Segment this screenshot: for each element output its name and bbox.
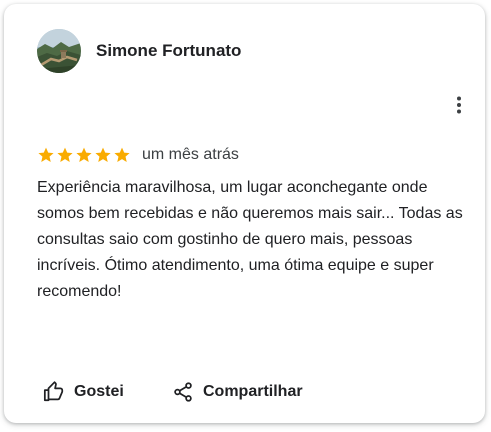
star-icon: [76, 147, 92, 162]
share-button-label: Compartilhar: [203, 383, 303, 400]
review-timestamp: um mês atrás: [142, 146, 239, 163]
profile-photo-avatar: [37, 29, 81, 73]
share-icon: [171, 380, 195, 404]
like-button[interactable]: Gostei: [42, 378, 124, 406]
more-vertical-icon: [457, 96, 461, 114]
author-name[interactable]: Simone Fortunato: [96, 41, 241, 61]
review-text: Experiência maravilhosa, um lugar aconch…: [37, 179, 463, 300]
review-card: Simone Fortunato um mês atrás Experiênci…: [4, 4, 485, 423]
more-options-button[interactable]: [447, 93, 471, 117]
star-rating: [37, 146, 131, 164]
rating-row: um mês atrás: [37, 144, 239, 166]
share-button[interactable]: Compartilhar: [171, 378, 303, 406]
star-icon: [95, 147, 111, 162]
like-button-label: Gostei: [74, 383, 124, 400]
thumbs-up-icon: [42, 380, 66, 404]
avatar[interactable]: [37, 29, 81, 73]
star-icon: [114, 147, 130, 162]
star-icon: [38, 147, 54, 162]
star-icon: [57, 147, 73, 162]
